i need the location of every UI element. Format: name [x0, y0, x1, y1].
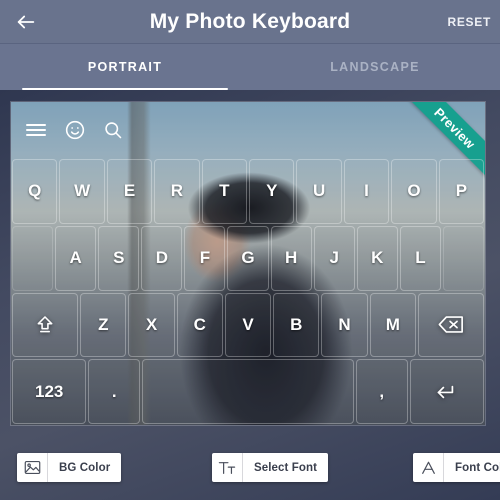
key-c[interactable]: C: [176, 292, 223, 358]
key-m[interactable]: M: [369, 292, 416, 358]
keyboard-row-1: Q W E R T Y U I O P: [11, 158, 485, 225]
key-v[interactable]: V: [224, 292, 272, 358]
keyboard-row-2: A S D F G H J K L: [11, 225, 485, 292]
editor-stage: Preview Q W E R T Y U I O P A S D F G H …: [0, 90, 500, 500]
reset-button[interactable]: RESET: [447, 0, 491, 43]
key-w[interactable]: W: [59, 159, 105, 224]
key-n[interactable]: N: [321, 292, 368, 358]
key-r[interactable]: R: [154, 159, 200, 224]
key-a[interactable]: A: [55, 225, 97, 291]
select-font-button[interactable]: Select Font: [212, 453, 329, 482]
bottom-toolbar: BG Color Select Font Font Co: [0, 440, 500, 500]
period-key[interactable]: .: [88, 359, 141, 424]
text-format-icon: [212, 453, 243, 482]
key-d[interactable]: D: [141, 225, 183, 291]
key-x[interactable]: X: [128, 292, 175, 358]
keyboard-toolbar: [11, 102, 485, 158]
key-g[interactable]: G: [227, 225, 269, 291]
key-z[interactable]: Z: [80, 292, 127, 358]
key-row2-spacer-left: [12, 225, 54, 291]
numeric-key[interactable]: 123: [12, 359, 87, 424]
key-y[interactable]: Y: [249, 159, 295, 224]
key-t[interactable]: T: [201, 159, 248, 224]
key-q[interactable]: Q: [12, 159, 58, 224]
menu-icon[interactable]: [25, 121, 47, 139]
search-icon[interactable]: [103, 120, 123, 140]
key-u[interactable]: U: [296, 159, 342, 224]
key-b[interactable]: B: [273, 292, 320, 358]
font-color-button[interactable]: Font Color: [413, 453, 500, 482]
key-k[interactable]: K: [356, 225, 398, 291]
tab-portrait[interactable]: PORTRAIT: [0, 44, 250, 90]
shift-icon: [35, 314, 55, 335]
bg-color-button[interactable]: BG Color: [17, 453, 122, 482]
tab-portrait-label: PORTRAIT: [87, 60, 163, 74]
tab-bar: PORTRAIT LANDSCAPE: [0, 44, 500, 90]
app-header: My Photo Keyboard RESET: [0, 0, 500, 44]
key-p[interactable]: P: [438, 159, 485, 224]
tab-landscape[interactable]: LANDSCAPE: [250, 44, 500, 90]
app-root: My Photo Keyboard RESET PORTRAIT LANDSCA…: [0, 0, 500, 500]
keyboard-row-3: Z X C V B N M: [11, 292, 485, 359]
space-key[interactable]: [142, 359, 354, 424]
keyboard-row-4: 123 . ,: [11, 358, 485, 425]
tab-landscape-label: LANDSCAPE: [330, 60, 420, 74]
enter-key[interactable]: [409, 359, 484, 424]
keyboard-preview-panel[interactable]: Preview Q W E R T Y U I O P A S D F G H …: [11, 102, 485, 425]
select-font-label: Select Font: [254, 461, 318, 474]
keyboard-keys: Q W E R T Y U I O P A S D F G H J K L Z …: [11, 158, 485, 425]
key-s[interactable]: S: [98, 225, 140, 291]
key-o[interactable]: O: [391, 159, 437, 224]
backspace-icon: [438, 315, 464, 334]
key-l[interactable]: L: [399, 225, 441, 291]
key-h[interactable]: H: [270, 225, 312, 291]
page-title: My Photo Keyboard: [149, 9, 351, 33]
key-j[interactable]: J: [313, 225, 355, 291]
comma-key[interactable]: ,: [355, 359, 408, 424]
font-color-icon: [413, 453, 444, 482]
key-i[interactable]: I: [343, 159, 390, 224]
image-icon: [17, 453, 48, 482]
emoji-icon[interactable]: [65, 120, 85, 140]
font-color-label: Font Color: [455, 461, 500, 474]
bg-color-label: BG Color: [59, 461, 111, 474]
shift-key[interactable]: [12, 292, 79, 358]
enter-icon: [436, 383, 458, 401]
key-row2-spacer-right: [442, 225, 485, 291]
key-f[interactable]: F: [184, 225, 226, 291]
key-e[interactable]: E: [106, 159, 153, 224]
backspace-key[interactable]: [417, 292, 485, 358]
